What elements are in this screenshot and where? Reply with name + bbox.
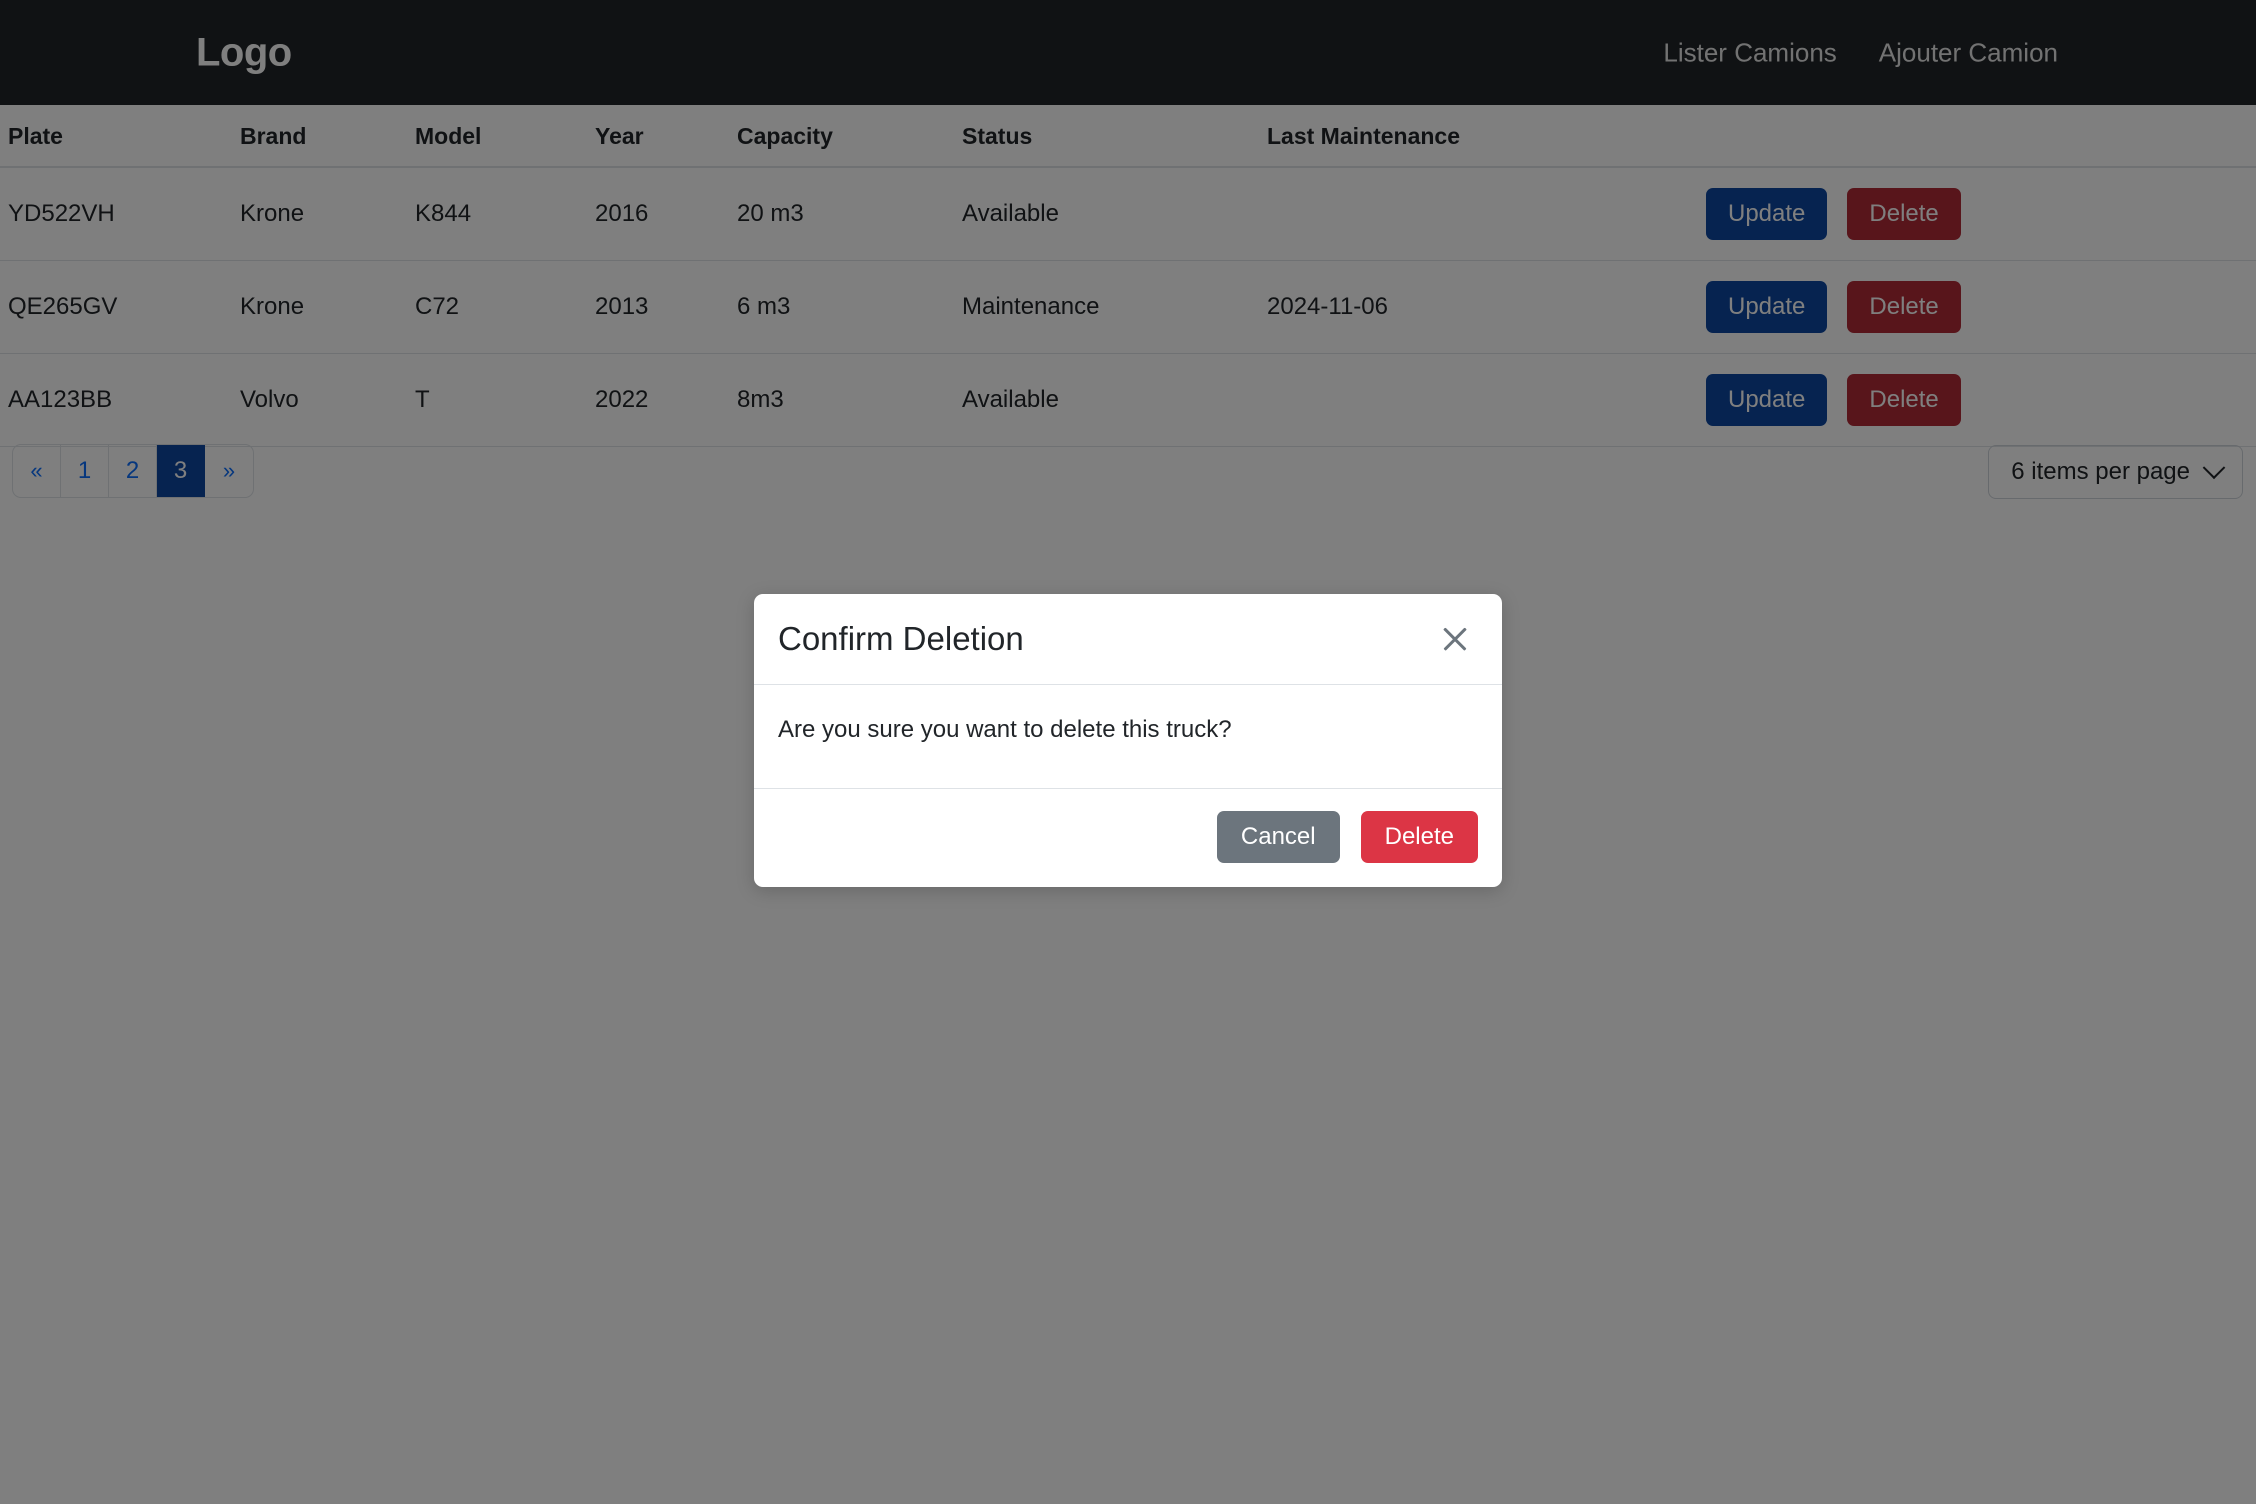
modal-message: Are you sure you want to delete this tru…	[778, 716, 1232, 743]
close-icon[interactable]	[1438, 622, 1472, 656]
cancel-button[interactable]: Cancel	[1216, 811, 1340, 863]
confirm-deletion-modal: Confirm Deletion Are you sure you want t…	[754, 594, 1502, 887]
modal-footer: Cancel Delete	[754, 789, 1502, 887]
modal-body: Are you sure you want to delete this tru…	[754, 685, 1502, 789]
confirm-delete-button[interactable]: Delete	[1360, 811, 1478, 863]
modal-header: Confirm Deletion	[754, 594, 1502, 685]
modal-title: Confirm Deletion	[778, 620, 1024, 657]
page-root: Logo Lister Camions Ajouter Camion Plate…	[0, 0, 2256, 1504]
